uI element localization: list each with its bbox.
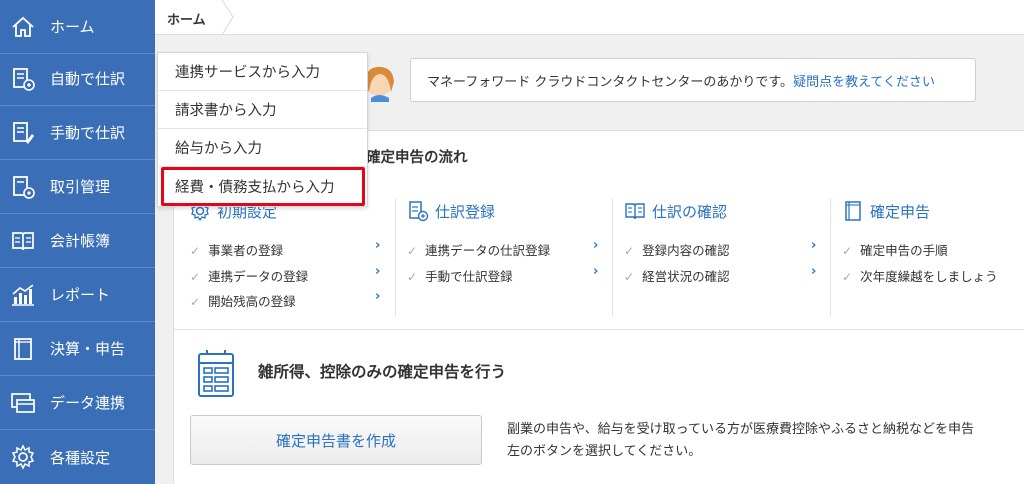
sidebar-item-label: データ連携 <box>50 394 126 412</box>
check-icon: ✓ <box>842 270 853 284</box>
step-link-label: 開始残高の登録 <box>208 294 296 309</box>
sidebar-item-home[interactable]: ホーム <box>0 0 155 54</box>
sidebar-item-label: レポート <box>50 286 111 304</box>
check-icon: ✓ <box>842 244 853 258</box>
sidebar-item-ledger[interactable]: 会計帳簿 <box>0 214 155 268</box>
help-link[interactable]: 疑問点を教えてください <box>793 71 935 90</box>
sidebar-item-label: 手動で仕訳 <box>50 124 126 142</box>
step-divider <box>830 198 831 316</box>
menu-item-linked-service-input[interactable]: 連携サービスから入力 <box>158 53 367 91</box>
menu-item-invoice-input[interactable]: 請求書から入力 <box>158 91 367 129</box>
sidebar-item-manual-journal[interactable]: 手動で仕訳 <box>0 106 155 160</box>
sidebar-item-label: 各種設定 <box>50 448 111 467</box>
sidebar-item-settlement[interactable]: 決算・申告 <box>0 322 155 376</box>
menu-item-salary-input[interactable]: 給与から入力 <box>158 129 367 167</box>
step-link-label: 手動で仕訳登録 <box>425 269 513 284</box>
chevron-right-icon[interactable]: › <box>375 289 380 304</box>
step-link[interactable]: ✓ 連携データの仕訳登録 <box>407 240 550 259</box>
tax-description-line1: 副業の申告や、給与を受け取っている方が医療費控除やふるさと納税などを申告 <box>507 422 974 437</box>
sidebar-item-data-link[interactable]: データ連携 <box>0 376 155 430</box>
tax-form-icon <box>198 350 234 397</box>
step-title: 仕訳の確認 <box>652 202 728 221</box>
step-link[interactable]: ✓ 登録内容の確認 <box>624 240 730 259</box>
chevron-right-icon[interactable]: › <box>593 238 598 253</box>
create-tax-return-button[interactable]: 確定申告書を作成 <box>190 415 482 465</box>
check-icon: ✓ <box>190 295 201 309</box>
journal-add-icon <box>409 201 429 222</box>
sidebar-item-label: ホーム <box>50 18 95 36</box>
settlement-icon <box>10 336 36 362</box>
step-divider <box>395 198 396 316</box>
chevron-right-icon[interactable]: › <box>811 238 816 253</box>
check-icon: ✓ <box>407 244 418 258</box>
sidebar: ホーム 自動で仕訳 手動で仕訳 取引管理 会計帳簿 レポート 決算・申告 データ… <box>0 0 155 484</box>
step-journal-check[interactable]: 仕訳の確認 <box>624 200 727 222</box>
check-icon: ✓ <box>624 244 635 258</box>
document-icon <box>845 201 861 221</box>
section-divider <box>174 329 1024 330</box>
help-message: マネーフォワード クラウドコンタクトセンターのあかりです。 疑問点を教えてください <box>410 58 976 102</box>
chevron-right-icon[interactable]: › <box>811 264 816 279</box>
step-divider <box>612 198 613 316</box>
breadcrumb-bar: ホーム <box>155 0 1024 35</box>
gear-icon <box>10 444 36 470</box>
sidebar-item-label: 取引管理 <box>50 178 111 196</box>
flow-title: 確定申告の流れ <box>366 150 468 166</box>
tax-description-line2: 左のボタンを選択してください。 <box>507 444 702 459</box>
step-link-label: 登録内容の確認 <box>642 243 730 258</box>
sidebar-item-reports[interactable]: レポート <box>0 268 155 322</box>
chevron-right-icon[interactable]: › <box>593 264 598 279</box>
sidebar-item-auto-journal[interactable]: 自動で仕訳 <box>0 52 155 106</box>
step-journal-entry[interactable]: 仕訳登録 <box>407 200 495 222</box>
step-title: 確定申告 <box>870 202 931 221</box>
help-text: マネーフォワード クラウドコンタクトセンターのあかりです。 <box>427 74 794 90</box>
step-link-label: 経営状況の確認 <box>642 269 730 284</box>
breadcrumb[interactable]: ホーム <box>167 9 206 28</box>
sidebar-item-transactions[interactable]: 取引管理 <box>0 160 155 214</box>
chevron-right-icon[interactable]: › <box>375 264 380 279</box>
data-link-icon <box>10 390 36 416</box>
step-link-label: 連携データの登録 <box>208 269 309 284</box>
step-link[interactable]: ✓ 事業者の登録 <box>190 240 283 259</box>
breadcrumb-separator-icon <box>221 0 234 35</box>
step-tax-return[interactable]: 確定申告 <box>842 200 930 222</box>
sidebar-item-settings[interactable]: 各種設定 <box>0 430 155 484</box>
step-link-label: 事業者の登録 <box>208 243 284 258</box>
sidebar-item-label: 決算・申告 <box>50 340 126 358</box>
step-link[interactable]: ✓ 連携データの登録 <box>190 266 308 285</box>
step-link[interactable]: ✓ 開始残高の登録 <box>190 291 296 310</box>
step-link[interactable]: ✓ 次年度繰越をしましょう <box>842 266 998 285</box>
transaction-icon <box>10 174 36 200</box>
step-link-label: 連携データの仕訳登録 <box>425 243 551 258</box>
step-link-label: 確定申告の手順 <box>860 243 948 258</box>
sidebar-item-label: 自動で仕訳 <box>50 70 126 88</box>
step-link-label: 次年度繰越をしましょう <box>860 269 998 284</box>
highlight-box <box>161 167 365 206</box>
step-title: 仕訳登録 <box>435 202 496 221</box>
input-dropdown-menu: 連携サービスから入力 請求書から入力 給与から入力 経費・債務支払から入力 <box>157 52 368 207</box>
check-icon: ✓ <box>190 244 201 258</box>
step-link[interactable]: ✓ 手動で仕訳登録 <box>407 266 513 285</box>
home-icon <box>10 14 36 40</box>
chevron-right-icon[interactable]: › <box>375 238 380 253</box>
report-icon <box>10 282 36 308</box>
ledger-icon <box>10 228 36 254</box>
sidebar-item-label: 会計帳簿 <box>50 232 111 250</box>
check-icon: ✓ <box>190 270 201 284</box>
manual-journal-icon <box>10 120 36 146</box>
check-icon: ✓ <box>624 270 635 284</box>
book-icon <box>625 203 645 220</box>
check-icon: ✓ <box>407 270 418 284</box>
step-link[interactable]: ✓ 経営状況の確認 <box>624 266 730 285</box>
step-link[interactable]: ✓ 確定申告の手順 <box>842 240 948 259</box>
tax-section-title: 雑所得、控除のみの確定申告を行う <box>258 363 507 381</box>
auto-journal-icon <box>10 66 36 92</box>
